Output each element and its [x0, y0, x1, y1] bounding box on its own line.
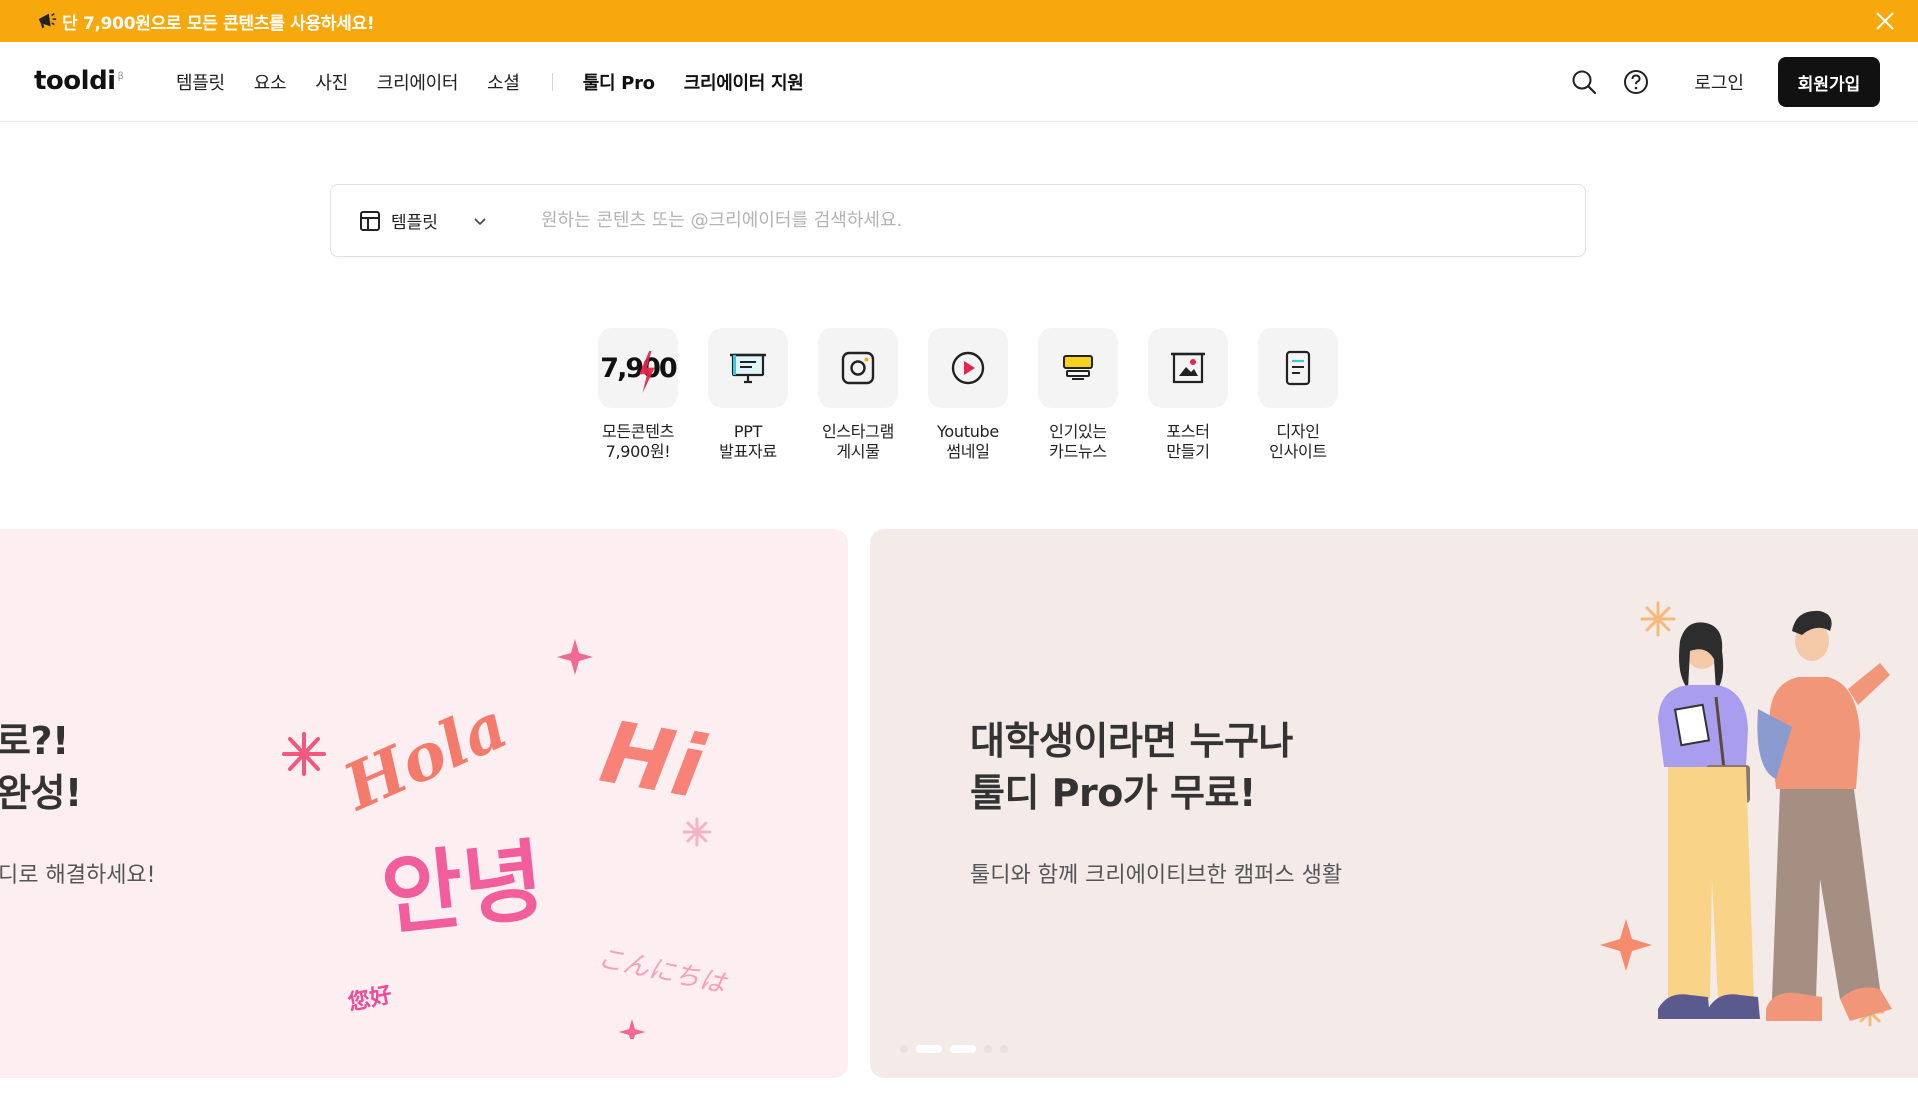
category-label: PPT 발표자료 — [719, 422, 777, 461]
students-illustration — [1600, 601, 1892, 1027]
category-instagram[interactable]: 인스타그램 게시물 — [803, 328, 913, 462]
carousel-dot[interactable] — [1000, 1045, 1008, 1053]
search-type-label: 템플릿 — [391, 213, 438, 233]
banner-subtitle: 디로 해결하세요! — [0, 863, 156, 888]
lightning-bolt-icon — [639, 350, 656, 393]
category-label: 인스타그램 게시물 — [821, 422, 895, 461]
nav-item-creator-support[interactable]: 크리에이터 지원 — [684, 69, 804, 95]
category-label: 모든콘텐츠 7,900원! — [601, 422, 675, 461]
category-all-contents[interactable]: 7,900 모든콘텐츠 7,900원! — [583, 328, 693, 462]
poster-icon — [1171, 352, 1205, 384]
category-icon-box — [1038, 328, 1118, 408]
document-icon — [1285, 350, 1311, 386]
search-type-dropdown[interactable]: 템플릿 — [331, 208, 501, 233]
nav-item-pro[interactable]: 툴디 Pro — [583, 69, 655, 95]
category-poster[interactable]: 포스터 만들기 — [1133, 328, 1243, 462]
banner-title: 로?! 완성! — [0, 719, 82, 815]
instagram-icon — [841, 351, 875, 385]
logo-beta-badge: β — [117, 71, 124, 83]
main-nav: 템플릿 요소 사진 크리에이터 소셜 툴디 Pro 크리에이터 지원 — [176, 42, 833, 122]
carousel-dots — [900, 1045, 1016, 1053]
category-label: Youtube 썸네일 — [937, 422, 999, 461]
promo-banner[interactable]: 단 7,900원으로 모든 콘텐츠를 사용하세요! — [0, 0, 1918, 42]
category-youtube[interactable]: Youtube 썸네일 — [913, 328, 1023, 462]
template-layout-icon — [360, 210, 380, 231]
search-icon[interactable] — [1570, 68, 1598, 96]
category-icon-box — [1148, 328, 1228, 408]
nav-item-elements[interactable]: 요소 — [254, 69, 287, 95]
category-label: 디자인 인사이트 — [1269, 422, 1327, 461]
banner-subtitle: 툴디와 함께 크리에이티브한 캠퍼스 생활 — [970, 863, 1343, 888]
category-label: 포스터 만들기 — [1166, 422, 1210, 461]
category-label: 인기있는 카드뉴스 — [1049, 422, 1107, 461]
greeting-ninhao: 您好 — [346, 982, 394, 1017]
category-card-news[interactable]: 인기있는 카드뉴스 — [1023, 328, 1133, 462]
search-input[interactable] — [541, 210, 1501, 231]
greeting-hola: Hola — [332, 688, 519, 826]
category-icon-box — [708, 328, 788, 408]
nav-item-creators[interactable]: 크리에이터 — [377, 69, 459, 95]
carousel-dot-active[interactable] — [916, 1045, 942, 1053]
site-header: tooldi β 템플릿 요소 사진 크리에이터 소셜 툴디 Pro 크리에이터 … — [0, 42, 1918, 122]
chevron-down-icon — [474, 217, 486, 225]
promo-text: 단 7,900원으로 모든 콘텐츠를 사용하세요! — [62, 13, 375, 34]
close-icon[interactable] — [1874, 10, 1896, 32]
nav-item-social[interactable]: 소셜 — [487, 69, 520, 95]
nav-divider — [551, 73, 553, 91]
banner-illustration-greetings: Hola Hi 안녕 こんにちは 您好 — [282, 639, 730, 1039]
presentation-icon — [730, 353, 766, 384]
category-icon-box — [928, 328, 1008, 408]
category-design-insight[interactable]: 디자인 인사이트 — [1243, 328, 1353, 462]
logo[interactable]: tooldi β — [34, 66, 124, 96]
nav-item-photos[interactable]: 사진 — [315, 69, 348, 95]
price-7900-icon: 7,900 — [600, 350, 678, 393]
category-icon-box — [1258, 328, 1338, 408]
hero-banner-languages[interactable]: 로?! 완성! 디로 해결하세요! Hola Hi 안녕 こんにちは 您好 — [0, 529, 848, 1078]
logo-text: tooldi — [34, 66, 116, 96]
card-news-icon — [1063, 355, 1093, 380]
hero-banner-university[interactable]: 대학생이라면 누구나 툴디 Pro가 무료! 툴디와 함께 크리에이티브한 캠퍼… — [870, 529, 1918, 1078]
category-ppt[interactable]: PPT 발표자료 — [693, 328, 803, 462]
megaphone-icon — [38, 13, 57, 29]
category-icon-box: 7,900 — [598, 328, 678, 408]
login-button[interactable]: 로그인 — [1694, 69, 1744, 95]
carousel-dot[interactable] — [900, 1045, 908, 1053]
signup-button[interactable]: 회원가입 — [1778, 57, 1880, 107]
search-bar: 템플릿 — [330, 184, 1586, 257]
help-icon[interactable] — [1622, 68, 1650, 96]
header-actions: 로그인 회원가입 — [1546, 42, 1880, 122]
carousel-dot[interactable] — [950, 1045, 976, 1053]
category-icon-box — [818, 328, 898, 408]
greeting-hi: Hi — [594, 702, 713, 818]
youtube-play-icon — [951, 351, 985, 385]
carousel-dot[interactable] — [984, 1045, 992, 1053]
greeting-konnichiwa: こんにちは — [595, 943, 730, 1000]
greeting-annyeong: 안녕 — [377, 829, 549, 948]
banner-title: 대학생이라면 누구나 툴디 Pro가 무료! — [970, 719, 1293, 815]
nav-item-templates[interactable]: 템플릿 — [176, 69, 225, 95]
category-shortcuts: 7,900 모든콘텐츠 7,900원! PPT 발표자료 인스타그램 게시물 Y… — [583, 328, 1353, 462]
